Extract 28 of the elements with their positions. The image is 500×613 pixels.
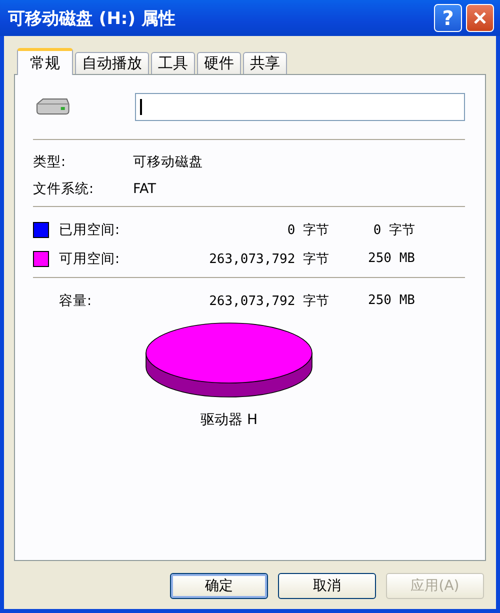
dialog-button[interactable]: 取消	[278, 573, 376, 599]
tab[interactable]: 工具	[151, 52, 195, 74]
tab[interactable]: 常规	[17, 48, 73, 75]
byte-count: 263,073,792 字节	[208, 250, 329, 268]
space-label: 可用空间:	[59, 250, 121, 268]
size-value: 250 MB	[367, 251, 415, 266]
tab[interactable]: 硬件	[197, 52, 241, 74]
tab[interactable]: 共享	[243, 52, 287, 74]
byte-count: 263,073,792 字节	[208, 292, 329, 310]
name-field[interactable]	[134, 93, 465, 121]
dialog-button[interactable]: 确定	[170, 573, 268, 599]
space-label: 已用空间:	[59, 220, 121, 238]
byte-count: 0 字节	[286, 222, 329, 238]
property-value: 可移动磁盘	[133, 152, 203, 170]
size-value: 0 字节	[372, 222, 415, 238]
property-label: 类型:	[33, 152, 67, 170]
help-button[interactable]: ?	[434, 4, 462, 32]
property-label: 文件系统:	[33, 180, 95, 198]
tab[interactable]: 自动播放	[75, 52, 149, 74]
property-value: FAT	[133, 180, 156, 196]
text-cursor-icon	[140, 99, 142, 115]
drive-label: 驱动器 H	[200, 411, 258, 429]
close-button[interactable]	[466, 4, 494, 32]
capacity-label: 容量:	[59, 292, 93, 310]
close-icon	[473, 11, 487, 25]
drive-icon	[35, 98, 71, 116]
size-value: 250 MB	[367, 293, 415, 308]
window-title: 可移动磁盘 (H:) 属性	[8, 8, 176, 30]
